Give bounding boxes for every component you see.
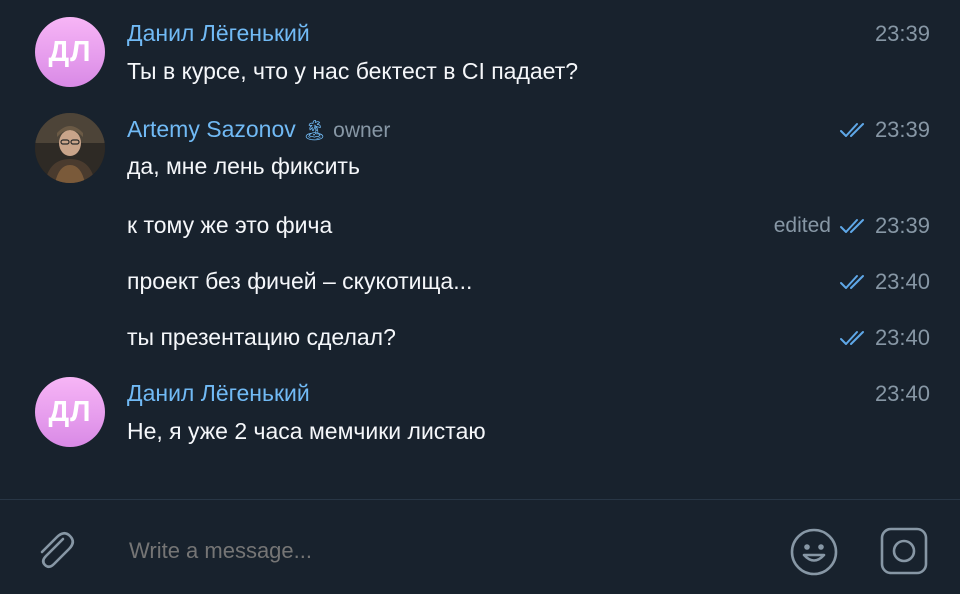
message-input[interactable] — [127, 537, 731, 565]
role-badge: owner — [333, 119, 391, 142]
double-check-icon — [839, 123, 864, 137]
island-emoji: 🏝 — [301, 120, 328, 142]
message-time: 23:40 — [839, 325, 930, 351]
sender-name[interactable]: Данил Лёгенький — [127, 20, 310, 47]
message-text: Ты в курсе, что у нас бектест в CI падае… — [127, 58, 579, 84]
time-label: 23:40 — [874, 325, 930, 350]
chat-history: ДЛ Данил Лёгенький 23:39 Ты в курсе, что… — [0, 0, 960, 500]
message-time: 23:40 — [875, 381, 930, 407]
double-check-icon — [839, 331, 864, 345]
avatar-initials: ДЛ — [48, 395, 92, 428]
message-time: 23:39 — [839, 117, 930, 143]
camera-icon — [880, 527, 928, 575]
message-time: edited 23:39 — [774, 213, 930, 239]
time-label: 23:40 — [874, 269, 930, 294]
double-check-icon — [839, 219, 864, 233]
time-label: 23:40 — [874, 381, 930, 406]
avatar[interactable]: ДЛ — [35, 377, 105, 447]
message-text: ты презентацию сделал? — [127, 324, 396, 350]
camera-button[interactable] — [879, 526, 929, 576]
message-text: да, мне лень фиксить — [127, 153, 360, 179]
time-label: 23:39 — [874, 117, 930, 142]
message-text: проект без фичей – скукотища... — [127, 268, 473, 294]
edited-label: edited — [773, 214, 831, 237]
avatar[interactable]: ДЛ — [35, 17, 105, 87]
message-composer — [0, 500, 960, 594]
smiley-icon — [790, 528, 838, 576]
avatar-initials: ДЛ — [48, 35, 92, 68]
message-text: к тому же это фича — [127, 212, 333, 238]
double-check-icon — [839, 275, 864, 289]
time-label: 23:39 — [874, 21, 930, 46]
time-label: 23:39 — [874, 213, 930, 238]
message-time: 23:40 — [839, 269, 930, 295]
message-text: Не, я уже 2 часа мемчики листаю — [127, 418, 486, 444]
attach-button[interactable] — [30, 525, 78, 573]
sender-name-text: Artemy Sazonov — [127, 116, 296, 142]
emoji-button[interactable] — [788, 526, 840, 578]
user-photo-icon — [35, 113, 105, 183]
avatar[interactable] — [35, 113, 105, 183]
sender-name[interactable]: Artemy Sazonov 🏝 owner — [127, 116, 390, 143]
message-time: 23:39 — [875, 21, 930, 47]
sender-name[interactable]: Данил Лёгенький — [127, 380, 310, 407]
paperclip-icon — [40, 531, 75, 569]
